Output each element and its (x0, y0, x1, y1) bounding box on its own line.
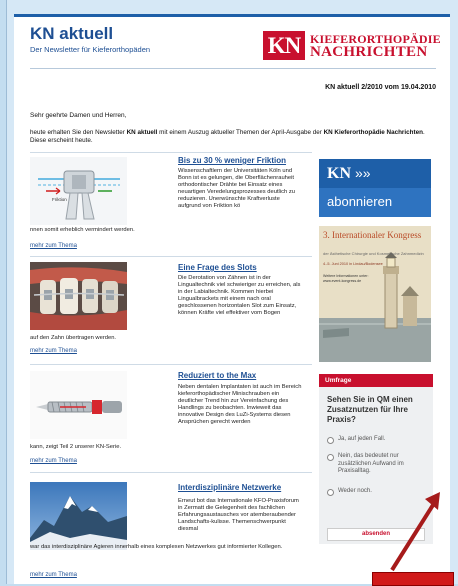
article-4-title-link[interactable]: Interdisziplinäre Netzwerke (178, 483, 281, 492)
top-accent-line (14, 14, 450, 17)
radio-button[interactable] (327, 437, 334, 444)
article-1-more-link[interactable]: mehr zum Thema (30, 243, 77, 249)
intro-bold-1: KN aktuell (126, 129, 158, 136)
issue-label: KN aktuell 2/2010 vom 19.04.2010 (325, 84, 436, 91)
article-4-body: Erneut bot das Internationale KFO-Praxis… (178, 498, 299, 532)
newsletter-subtitle: Der Newsletter für Kieferorthopäden (30, 45, 151, 54)
newsletter-page: KN aktuell Der Newsletter für Kieferorth… (14, 14, 450, 584)
newsletter-title: KN aktuell (30, 24, 114, 43)
survey-submit-button[interactable]: absenden (327, 528, 425, 541)
survey-option-label: Ja, auf jeden Fall. (338, 436, 386, 442)
congress-date: 4.-5. Juni 2010 in Lindau/Bodensee (323, 262, 383, 266)
congress-info: Weitere Informationen unter: www.event-k… (323, 274, 369, 283)
survey-header: Umfrage (319, 374, 433, 387)
article-2-tail: auf den Zahn übertragen werden. (30, 335, 117, 341)
mini-screw-image (30, 371, 127, 439)
article-1-tail: nnen somit erheblich vermindert werden. (30, 227, 135, 233)
article-4-image[interactable] (30, 482, 127, 550)
survey-box: Umfrage Sehen Sie in QM einen Zusatznutz… (319, 374, 433, 544)
article-3-title-link[interactable]: Reduziert to the Max (178, 371, 256, 380)
article-1-title-link[interactable]: Bis zu 30 % weniger Friktion (178, 156, 286, 165)
survey-option-1[interactable]: Ja, auf jeden Fall. (327, 436, 431, 446)
article-2-more-link[interactable]: mehr zum Thema (30, 348, 77, 354)
survey-option-label: Nein, das bedeutet nur zusätzlichen Aufw… (338, 453, 404, 475)
lighthouse-harbor-image (319, 226, 431, 362)
article-separator (30, 364, 312, 365)
header-divider (30, 68, 436, 69)
intro-text: heute erhalten Sie den Newsletter KN akt… (30, 129, 430, 145)
banner-kn-mark: KN (327, 165, 351, 182)
friction-diagram-image (30, 157, 127, 225)
greeting-text: Sehr geehrte Damen und Herren, (30, 112, 127, 119)
article-3-tail: kann, zeigt Teil 2 unserer KN-Serie. (30, 444, 122, 450)
article-3-body: Neben dentalen Implantaten ist auch im B… (178, 384, 302, 425)
congress-title: 3. Internationaler Kongress (323, 230, 422, 240)
friction-label: Friktion (52, 197, 67, 202)
logo-line-2: NACHRICHTEN (310, 44, 428, 60)
double-chevron-icon: »» (355, 165, 371, 181)
article-3-more-link[interactable]: mehr zum Thema (30, 458, 77, 464)
intro-part-2: mit einem Auszug aktueller Themen der Ap… (157, 129, 324, 136)
congress-ad[interactable]: 3. Internationaler Kongress der Ästhetis… (319, 226, 431, 362)
intro-bold-2: KN Kieferorthopädie Nachrichten (323, 129, 423, 136)
article-4-tail: war das interdisziplinäre Agieren innerh… (30, 544, 283, 550)
article-separator (30, 152, 312, 153)
article-2-body: Die Derotation von Zähnen ist in der Lin… (178, 275, 301, 316)
article-1-body: Wissenschaftlern der Universitäten Köln … (178, 168, 295, 209)
banner-subscribe-label: abonnieren (319, 188, 431, 217)
lingual-bracket-image (30, 262, 127, 330)
survey-option-3[interactable]: Weder noch. (327, 488, 431, 498)
article-separator (30, 256, 312, 257)
mountain-landscape-image (30, 482, 127, 550)
survey-question: Sehen Sie in QM einen Zusatznutzen für I… (327, 395, 413, 424)
radio-button[interactable] (327, 489, 334, 496)
radio-button[interactable] (327, 454, 334, 461)
article-4-more-link[interactable]: mehr zum Thema (30, 572, 77, 578)
article-2-title-link[interactable]: Eine Frage des Slots (178, 263, 257, 272)
article-2-image[interactable] (30, 262, 127, 330)
subscribe-banner[interactable]: KN »» abonnieren (319, 159, 431, 217)
article-3-image[interactable] (30, 371, 127, 439)
article-1-image[interactable]: Friktion (30, 157, 127, 225)
congress-subtitle: der Ästhetische Chirurgie und Kosmetisch… (323, 251, 424, 256)
article-separator (30, 472, 312, 473)
survey-option-2[interactable]: Nein, das bedeutet nur zusätzlichen Aufw… (327, 453, 431, 479)
survey-option-label: Weder noch. (338, 488, 372, 494)
intro-part-1: heute erhalten Sie den Newsletter (30, 129, 127, 136)
kn-logo-mark[interactable]: KN (263, 31, 305, 60)
